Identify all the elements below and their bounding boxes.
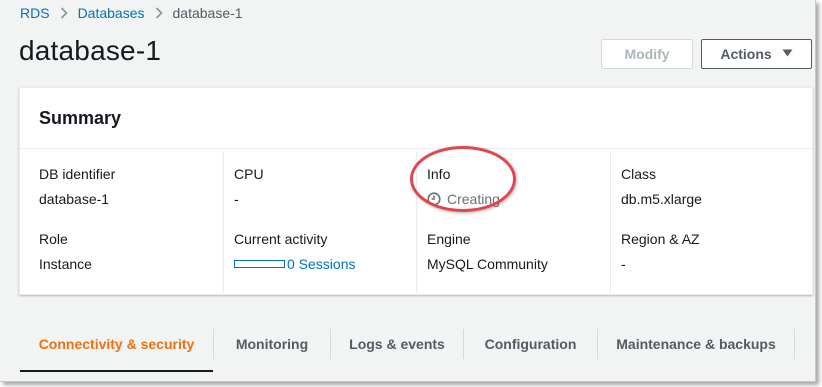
tab-divider (794, 329, 795, 359)
engine-value: MySQL Community (427, 256, 548, 272)
tab-monitoring[interactable]: Monitoring (214, 322, 330, 366)
tab-label: Monitoring (235, 336, 309, 352)
summary-item-cpu: CPU - (234, 166, 264, 207)
chevron-right-icon (155, 7, 163, 19)
summary-item-info: Info Creating (427, 166, 500, 207)
tab-label: Logs & events (349, 336, 445, 352)
summary-item-role: Role Instance (39, 231, 92, 272)
breadcrumb-current: database-1 (172, 5, 243, 21)
status-text: Creating (447, 191, 500, 207)
tab-configuration[interactable]: Configuration (464, 322, 597, 366)
chevron-right-icon (60, 7, 68, 19)
modify-button[interactable]: Modify (601, 39, 693, 69)
summary-panel: Summary DB identifier database-1 Role In… (19, 87, 813, 295)
class-value: db.m5.xlarge (621, 191, 702, 207)
cpu-label: CPU (234, 166, 264, 182)
current-activity-label: Current activity (234, 231, 328, 247)
summary-column-info: Info Creating Engine MySQL Community (416, 151, 610, 293)
summary-column-identifier: DB identifier database-1 Role Instance (20, 151, 223, 293)
tab-logs-events[interactable]: Logs & events (331, 322, 463, 366)
cpu-value: - (234, 191, 239, 207)
status-indicator: Creating (427, 191, 500, 207)
summary-item-db-identifier: DB identifier database-1 (39, 166, 115, 207)
class-label: Class (621, 166, 657, 182)
summary-title: Summary (39, 108, 122, 128)
caret-down-icon (782, 48, 793, 60)
page-title: database-1 (19, 35, 162, 66)
summary-item-current-activity: Current activity 0 Sessions (234, 231, 355, 272)
tab-label: Configuration (484, 336, 577, 352)
summary-column-class: Class db.m5.xlarge Region & AZ - (610, 151, 812, 293)
sessions-value: 0 Sessions (287, 256, 356, 272)
summary-item-engine: Engine MySQL Community (427, 231, 548, 272)
tab-connectivity-security[interactable]: Connectivity & security (20, 322, 213, 372)
sessions-meter (234, 260, 285, 268)
current-activity-link[interactable]: 0 Sessions (234, 256, 355, 272)
actions-button-label: Actions (720, 46, 772, 62)
role-value: Instance (39, 256, 92, 272)
clock-icon (427, 192, 441, 206)
region-value: - (621, 256, 626, 272)
engine-label: Engine (427, 231, 471, 247)
db-identifier-label: DB identifier (39, 166, 116, 182)
info-label: Info (427, 166, 451, 182)
summary-item-class: Class db.m5.xlarge (621, 166, 702, 207)
summary-column-cpu: CPU - Current activity 0 Sessions (223, 151, 416, 293)
summary-header: Summary (20, 88, 812, 149)
detail-tabs: Connectivity & security Monitoring Logs … (20, 322, 795, 372)
tab-label: Connectivity & security (38, 336, 195, 352)
tab-label: Maintenance & backups (616, 336, 776, 352)
breadcrumb: RDS Databases database-1 (20, 5, 243, 21)
rds-database-page: RDS Databases database-1 database-1 Modi… (0, 0, 816, 382)
modify-button-label: Modify (624, 46, 670, 62)
tab-maintenance-backups[interactable]: Maintenance & backups (598, 322, 794, 366)
breadcrumb-databases[interactable]: Databases (78, 5, 145, 21)
breadcrumb-rds[interactable]: RDS (20, 5, 50, 21)
summary-columns: DB identifier database-1 Role Instance C… (20, 151, 812, 293)
region-label: Region & AZ (621, 231, 700, 247)
actions-button[interactable]: Actions (701, 39, 812, 69)
role-label: Role (39, 231, 68, 247)
summary-item-region: Region & AZ - (621, 231, 700, 272)
db-identifier-value: database-1 (39, 191, 110, 207)
